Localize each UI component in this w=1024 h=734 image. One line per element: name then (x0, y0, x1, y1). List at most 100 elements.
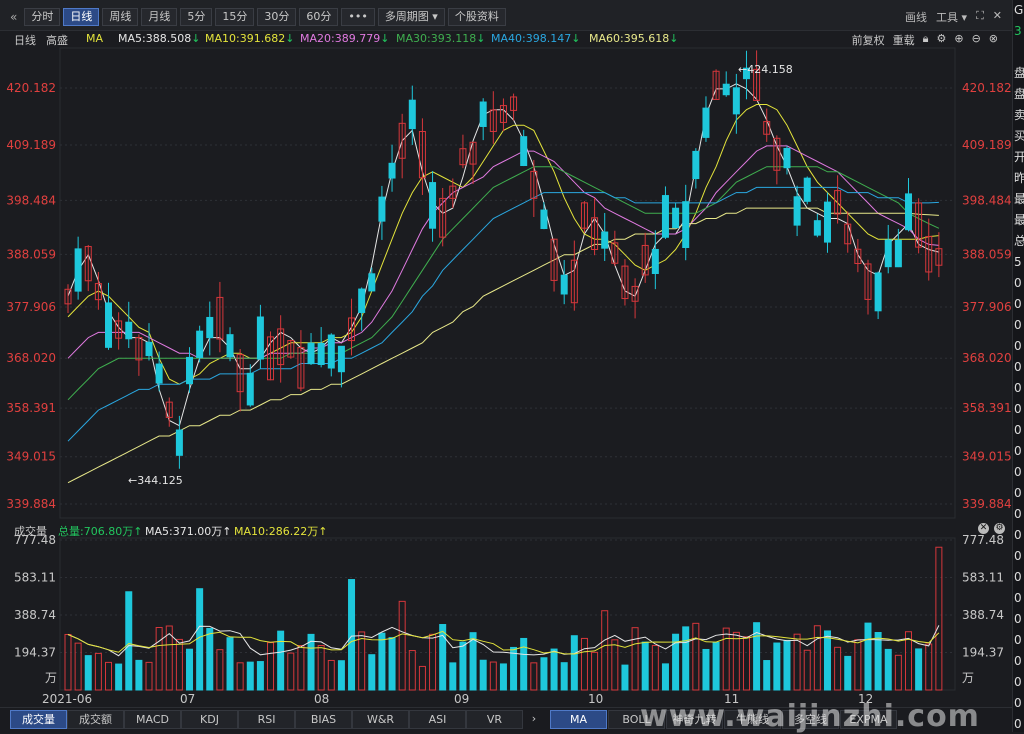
ma-lines (67, 83, 940, 484)
volume-bar (348, 579, 356, 691)
side-panel-cell: 0 (1014, 444, 1022, 458)
volume-bar (115, 663, 123, 691)
volume-bar (459, 641, 467, 691)
volume-bar (368, 654, 376, 691)
overlay-tab-0[interactable]: MA (550, 710, 607, 729)
candle-body (368, 273, 376, 292)
volume-bar (611, 639, 619, 691)
volume-bar (915, 648, 923, 691)
side-panel-cell: 0 (1014, 297, 1022, 311)
volume-bar (854, 639, 862, 691)
candle-body (74, 248, 82, 292)
volume-bar (894, 654, 902, 691)
candle-body (540, 209, 548, 230)
volume-bar (327, 659, 335, 691)
volume-bar (429, 633, 437, 691)
price-tick-right: 358.391 (962, 401, 1012, 415)
volume-bar (641, 641, 649, 691)
side-panel-cell: 最 (1013, 210, 1024, 231)
volume-bar (125, 591, 133, 691)
indicator-tab-4[interactable]: RSI (238, 710, 295, 729)
indicator-tab-1[interactable]: 成交额 (67, 710, 124, 729)
date-tick-label: 2021-06 (42, 692, 92, 705)
price-tick-right: 409.189 (962, 138, 1012, 152)
volume-tick-left: 388.74 (14, 608, 56, 622)
volume-tick-right: 583.11 (962, 571, 1004, 585)
volume-bar (226, 637, 234, 691)
side-panel-cell: 0 (1014, 402, 1022, 416)
candle-body (682, 201, 690, 249)
volume-bars (64, 546, 943, 691)
volume-bar (692, 622, 700, 691)
price-tick-right: 339.884 (962, 497, 1012, 511)
watermark: www.waijinzhi.com (640, 699, 980, 734)
candle-body (732, 87, 740, 115)
volume-bar (712, 641, 720, 691)
candle-body (358, 288, 366, 313)
volume-bar (580, 637, 588, 691)
candle-body (246, 372, 254, 406)
date-tick-label: 09 (454, 692, 469, 705)
candle-body (793, 196, 801, 226)
candle-body (256, 316, 264, 360)
price-tick-left: 339.884 (6, 497, 56, 511)
side-panel-cell: G (1014, 3, 1024, 17)
candle-body (175, 429, 183, 456)
volume-tick-right: 194.37 (962, 646, 1004, 660)
volume-bar (175, 638, 183, 691)
chevron-right-icon[interactable]: › (527, 710, 541, 727)
side-panel-cell: 0 (1014, 507, 1022, 521)
volume-bar (834, 646, 842, 691)
volume-bar (591, 651, 599, 691)
volume-bar (64, 633, 72, 691)
candlestick-chart[interactable]: 420.182 420.182 409.189 409.189 398.484 398.4… (0, 0, 1012, 705)
volume-total: 总量:706.80万↑ (58, 525, 143, 538)
volume-tick-left: 583.11 (14, 571, 56, 585)
volume-bar (570, 635, 578, 691)
volume-bar (206, 627, 214, 691)
side-panel-cell: 0 (1014, 717, 1022, 731)
volume-bar (631, 627, 639, 691)
volume-bar (135, 659, 143, 691)
close-icon[interactable]: ✕ (978, 523, 989, 534)
indicator-tab-3[interactable]: KDJ (181, 710, 238, 729)
indicator-tab-2[interactable]: MACD (124, 710, 181, 729)
price-tick-right: 398.484 (962, 193, 1012, 207)
indicator-tab-0[interactable]: 成交量 (10, 710, 67, 729)
volume-bar (763, 660, 771, 691)
indicator-tab-5[interactable]: BIAS (295, 710, 352, 729)
volume-bar (864, 622, 872, 691)
candle-body (479, 101, 487, 127)
side-panel-cell: 0 (1014, 549, 1022, 563)
volume-bar (935, 546, 943, 691)
candle-body (661, 195, 669, 238)
candle-body (601, 231, 609, 249)
price-tick-left: 420.182 (6, 81, 56, 95)
indicator-tab-7[interactable]: ASI (409, 710, 466, 729)
candle-body (186, 356, 194, 385)
indicator-tab-6[interactable]: W&R (352, 710, 409, 729)
volume-bar (358, 631, 366, 691)
settings-icon[interactable]: ⚙ (994, 523, 1005, 534)
volume-bar (236, 662, 244, 691)
ma-line-ma40 (67, 186, 939, 442)
candle-body (226, 334, 234, 358)
candle-body (327, 334, 335, 369)
volume-unit-right: 万 (962, 671, 974, 685)
candle-body (823, 201, 831, 243)
volume-bar (74, 642, 82, 691)
volume-bar (793, 633, 801, 691)
volume-bar (256, 661, 264, 691)
high-price-label: ←424.158 (738, 63, 793, 76)
volume-tick-left: 194.37 (14, 646, 56, 660)
candle-body (813, 220, 821, 236)
candle-body (378, 196, 386, 222)
volume-bar (479, 659, 487, 691)
side-panel-cell: 昨 (1013, 168, 1024, 189)
candle-body (904, 193, 912, 231)
indicator-tab-8[interactable]: VR (466, 710, 523, 729)
side-panel: G 3 盘盘卖买开昨最最总 5 0 0 0 0 0 0 0 0 0 0 0 0 0 0 0 0 0 0 0 0 0 0 (1012, 0, 1024, 732)
volume-bar (84, 655, 92, 691)
side-panel-cell (1013, 42, 1024, 63)
volume-bar (884, 648, 892, 691)
